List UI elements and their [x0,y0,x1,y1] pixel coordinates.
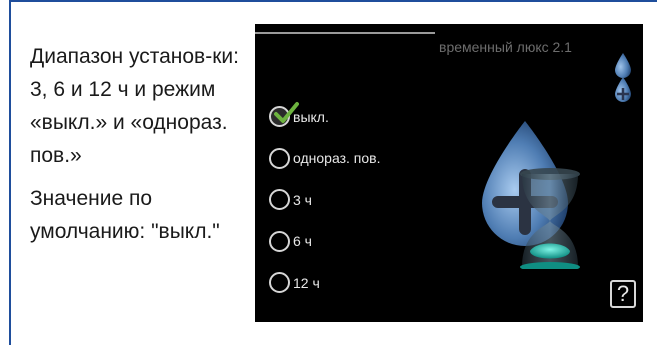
radio-button[interactable] [269,272,290,294]
option-3h[interactable]: 3 ч [269,179,380,221]
option-6h[interactable]: 6 ч [269,221,380,263]
option-off[interactable]: выкл. [269,96,380,138]
radio-button[interactable] [269,189,290,211]
radio-button[interactable] [269,102,299,128]
frame-border-top [9,0,657,2]
display-screen: временный люкс 2.1 выкл. однораз. пов. 3… [255,24,643,322]
option-label: 12 ч [293,274,320,291]
help-button[interactable]: ? [610,280,636,308]
radio-button[interactable] [269,230,290,252]
title-divider-line [255,32,435,34]
frame-border-left [9,0,11,345]
checkmark-icon [274,102,299,124]
option-12h[interactable]: 12 ч [269,262,380,304]
range-description: Диапазон установ-ки: 3, 6 и 12 ч и режим… [30,45,239,167]
hot-water-timer-icon [482,121,580,269]
option-label: 6 ч [293,233,312,250]
water-drop-icon [615,77,631,102]
radio-button[interactable] [269,147,290,169]
description-panel: Диапазон установ-ки: 3, 6 и 12 ч и режим… [30,40,240,248]
help-icon: ? [616,281,630,306]
option-label: 3 ч [293,191,312,208]
options-list: выкл. однораз. пов. 3 ч 6 ч 12 ч [269,96,380,304]
option-label: однораз. пов. [293,150,381,167]
screen-title: временный люкс 2.1 [439,39,572,55]
default-description: Значение по умолчанию: "выкл." [30,187,220,243]
option-one-time[interactable]: однораз. пов. [269,138,380,180]
